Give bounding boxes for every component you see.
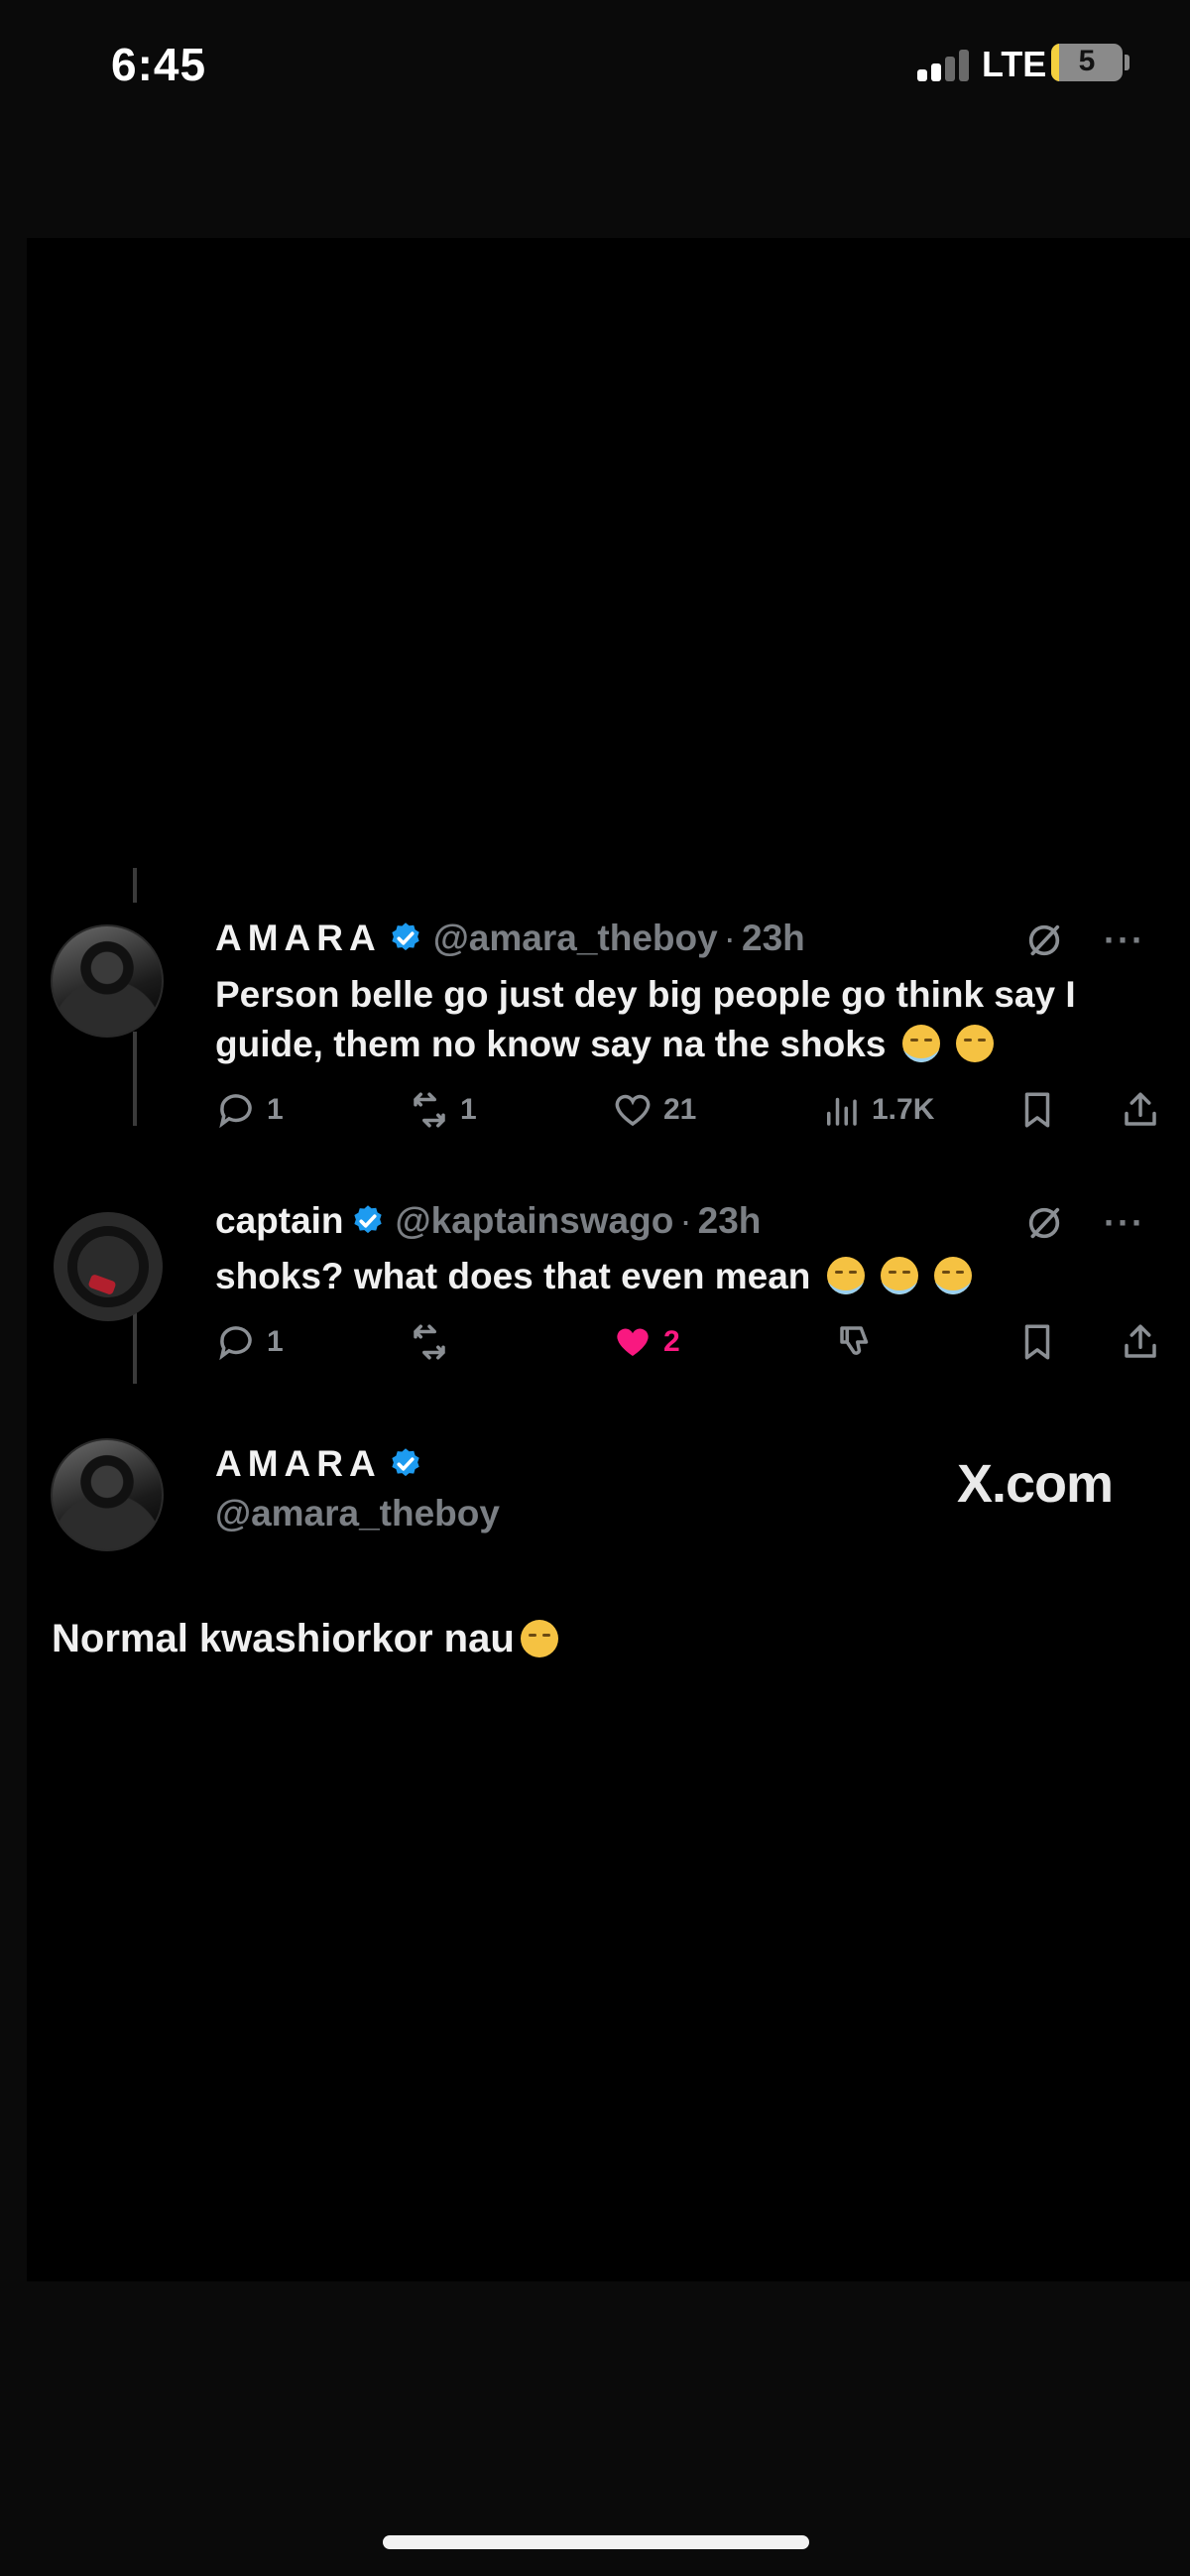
avatar[interactable]: [51, 1438, 164, 1551]
battery-level: 5: [1078, 45, 1096, 77]
more-options-icon[interactable]: ···: [1104, 1202, 1145, 1244]
tweet-top-actions: ···: [1024, 1202, 1145, 1244]
heart-icon: [615, 1094, 651, 1127]
crying-laughing-emoji: [826, 1257, 865, 1294]
reply-icon: [219, 1326, 252, 1361]
display-name[interactable]: AMARA: [215, 918, 382, 959]
username-handle[interactable]: @amara_theboy: [433, 918, 718, 959]
tweet-body: shoks? what does that even mean: [215, 1256, 811, 1296]
like-count: 2: [663, 1325, 680, 1358]
reply-count: 1: [267, 1093, 284, 1126]
display-name[interactable]: captain: [215, 1200, 344, 1242]
crying-laughing-emoji: [934, 1257, 973, 1294]
verified-badge-icon: [392, 1448, 419, 1477]
reply-count: 1: [267, 1325, 284, 1358]
bookmark-button[interactable]: [1016, 1321, 1058, 1363]
more-options-icon[interactable]: ···: [1104, 920, 1145, 961]
crying-laughing-emoji: [880, 1257, 918, 1294]
source-watermark: X.com: [957, 1454, 1114, 1514]
avatar[interactable]: [54, 1212, 163, 1321]
tweet-actions: 1 2: [215, 1321, 1167, 1371]
share-button[interactable]: [1120, 1321, 1161, 1363]
smirk-emoji: [955, 1025, 994, 1062]
tweet-header: AMARA @amara_theboy · 23h: [215, 918, 805, 959]
bookmark-icon: [1024, 1324, 1050, 1360]
repost-icon: [414, 1324, 445, 1360]
tweet-actions: 1 1 21 1.7K: [215, 1089, 1167, 1139]
crying-laughing-emoji: [901, 1025, 940, 1062]
reply-icon: [219, 1094, 252, 1129]
post-body: Normal kwashiorkor nau: [52, 1617, 515, 1660]
home-indicator[interactable]: [383, 2535, 809, 2549]
verified-badge-icon: [392, 922, 419, 951]
avatar[interactable]: [51, 924, 164, 1038]
username-handle[interactable]: @kaptainswago: [396, 1200, 674, 1242]
separator-dot: ·: [723, 918, 736, 958]
reply-button[interactable]: 1: [215, 1321, 284, 1363]
bookmark-icon: [1024, 1092, 1050, 1128]
view-count: 1.7K: [872, 1093, 935, 1126]
share-icon: [1125, 1092, 1156, 1126]
repost-icon: [414, 1092, 445, 1128]
thread-line: [133, 1309, 137, 1384]
share-button[interactable]: [1120, 1089, 1161, 1131]
smirk-emoji: [520, 1620, 558, 1657]
heart-filled-icon: [617, 1328, 649, 1356]
thread-line: [133, 1032, 137, 1126]
network-type: LTE: [982, 44, 1047, 84]
separator-dot: ·: [679, 1200, 692, 1241]
battery-icon: 5: [1051, 44, 1123, 81]
tweet-text: shoks? what does that even mean: [215, 1252, 1167, 1301]
like-button[interactable]: 2: [612, 1321, 680, 1363]
like-button[interactable]: 21: [612, 1089, 696, 1131]
repost-button[interactable]: [409, 1321, 460, 1363]
verified-badge-icon: [353, 1205, 382, 1234]
cellular-signal-icon: [917, 48, 973, 81]
repost-button[interactable]: 1: [409, 1089, 477, 1131]
status-bar: 6:45 LTE 5: [0, 0, 1190, 129]
tweet-top-actions: ···: [1024, 920, 1145, 961]
post-author-handle: @amara_theboy: [215, 1493, 500, 1534]
timestamp[interactable]: 23h: [742, 918, 805, 959]
views-chart-icon: [827, 1097, 857, 1126]
tweet-body: Person belle go just dey big people go t…: [215, 974, 1076, 1064]
thread-line: [133, 868, 137, 903]
thumbs-down-icon: [840, 1326, 869, 1355]
tweet-text: Person belle go just dey big people go t…: [215, 970, 1167, 1069]
battery-cap: [1125, 55, 1130, 70]
display-name[interactable]: AMARA: [215, 1443, 382, 1485]
views-button[interactable]: 1.7K: [820, 1089, 934, 1131]
grok-icon[interactable]: [1024, 1203, 1064, 1243]
post-text: Normal kwashiorkor nau: [52, 1617, 558, 1661]
avatar-ring: [67, 1226, 149, 1307]
downvote-button[interactable]: [835, 1321, 877, 1363]
like-count: 21: [663, 1093, 697, 1126]
status-time: 6:45: [111, 39, 207, 90]
share-icon: [1125, 1324, 1156, 1358]
timestamp[interactable]: 23h: [698, 1200, 762, 1242]
username-handle[interactable]: @amara_theboy: [215, 1493, 500, 1534]
repost-count: 1: [460, 1093, 477, 1126]
post-author-name: AMARA: [215, 1443, 433, 1485]
post-screenshot: AMARA @amara_theboy · 23h ··· Person bel…: [27, 238, 1190, 2281]
reply-button[interactable]: 1: [215, 1089, 284, 1131]
tweet-header: captain @kaptainswago · 23h: [215, 1200, 761, 1242]
bookmark-button[interactable]: [1016, 1089, 1058, 1131]
grok-icon[interactable]: [1024, 920, 1064, 960]
